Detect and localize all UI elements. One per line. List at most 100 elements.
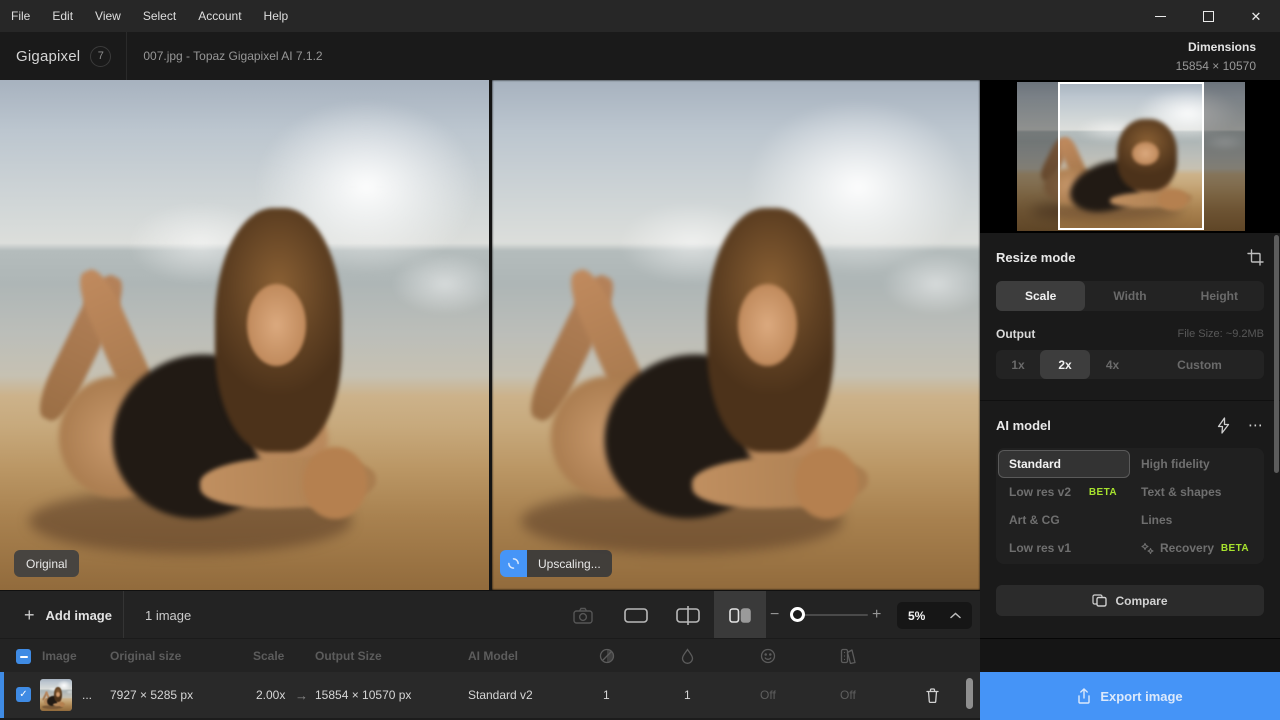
model-lines[interactable]: Lines (1130, 506, 1262, 534)
model-recovery[interactable]: Recovery BETA (1130, 534, 1262, 562)
model-high-fidelity[interactable]: High fidelity (1130, 450, 1262, 478)
original-preview-pane[interactable] (0, 80, 489, 590)
dimensions-readout: Dimensions 15854 × 10570 (1176, 40, 1256, 73)
close-button[interactable]: ✕ (1232, 0, 1280, 32)
zoom-level-value: 5% (908, 609, 925, 623)
col-scale: Scale (253, 639, 284, 673)
beta-badge: BETA (1089, 487, 1119, 498)
menu-bar: File Edit View Select Account Help ✕ (0, 0, 1280, 32)
row-scale[interactable]: 2.00x (256, 672, 285, 718)
zoom-in-button[interactable]: + (872, 591, 881, 639)
tab-height[interactable]: Height (1175, 281, 1264, 311)
title-bar: Gigapixel 7 007.jpg - Topaz Gigapixel AI… (0, 32, 1280, 80)
side-by-side-view-button[interactable] (714, 591, 766, 639)
image-count: 1 image (145, 591, 191, 639)
auto-select-bolt-icon[interactable] (1216, 417, 1231, 434)
section-divider (980, 400, 1280, 401)
col-output-size: Output Size (315, 639, 382, 673)
upscaled-preview-pane[interactable] (492, 80, 980, 590)
export-icon (1077, 688, 1091, 704)
row-color-value[interactable]: Off (840, 672, 856, 718)
menu-select[interactable]: Select (132, 0, 187, 32)
col-original-size: Original size (110, 639, 181, 673)
version-badge: 7 (90, 46, 111, 67)
model-low-res-v1[interactable]: Low res v1 (998, 534, 1130, 562)
upscaling-label: Upscaling... (527, 550, 612, 577)
row-selected-indicator (0, 672, 4, 718)
scale-1x-button[interactable]: 1x (996, 350, 1040, 379)
gigapixel-window: File Edit View Select Account Help ✕ Gig… (0, 0, 1280, 720)
check-icon: ✓ (19, 690, 27, 700)
navigator-viewport[interactable] (1058, 82, 1204, 230)
maximize-icon (1203, 11, 1214, 22)
document-title: 007.jpg - Topaz Gigapixel AI 7.1.2 (143, 49, 322, 63)
select-all-checkbox[interactable] (16, 649, 31, 664)
resize-panel: Resize mode Scale Width Height Output Fi… (980, 233, 1280, 638)
row-ai-model[interactable]: Standard v2 (468, 672, 533, 718)
row-checkbox[interactable]: ✓ (16, 687, 31, 702)
compare-icon (1092, 594, 1107, 607)
bottom-toolbar: + Add image 1 image − + 5 (0, 590, 980, 638)
dimensions-label: Dimensions (1176, 40, 1256, 54)
sidebar-scrollbar[interactable] (1274, 235, 1279, 473)
row-output-size: 15854 × 10570 px (315, 672, 411, 718)
col-ai-model: AI Model (468, 639, 518, 673)
split-view-button[interactable] (668, 591, 708, 639)
close-icon: ✕ (1251, 10, 1262, 23)
chevron-up-icon (950, 612, 961, 619)
row-denoise-value[interactable]: 1 (684, 672, 691, 718)
table-scrollbar[interactable] (966, 678, 973, 709)
delete-row-button[interactable] (922, 685, 942, 705)
scale-4x-button[interactable]: 4x (1090, 350, 1135, 379)
face-recovery-column-icon (760, 639, 776, 673)
row-face-recovery-value[interactable]: Off (760, 672, 776, 718)
model-text-shapes[interactable]: Text & shapes (1130, 478, 1262, 506)
plus-icon: + (24, 606, 35, 624)
beta-badge: BETA (1221, 543, 1251, 554)
resize-mode-title: Resize mode (996, 250, 1075, 265)
spinner-icon (500, 550, 527, 577)
resize-mode-tabs: Scale Width Height (996, 281, 1264, 311)
model-standard[interactable]: Standard (998, 450, 1130, 478)
minimize-icon (1155, 16, 1166, 17)
maximize-button[interactable] (1184, 0, 1232, 32)
model-low-res-v2[interactable]: Low res v2BETA (998, 478, 1130, 506)
app-logo: Gigapixel (16, 48, 80, 65)
menu-edit[interactable]: Edit (41, 0, 84, 32)
row-sharpen-value[interactable]: 1 (603, 672, 610, 718)
scale-2x-button[interactable]: 2x (1040, 350, 1090, 379)
titlebar-divider (126, 32, 127, 80)
dimensions-value: 15854 × 10570 (1176, 59, 1256, 73)
model-art-cg[interactable]: Art & CG (998, 506, 1130, 534)
single-view-button[interactable] (616, 591, 656, 639)
ai-model-title: AI model (996, 418, 1051, 433)
indeterminate-icon (20, 656, 28, 658)
minimize-button[interactable] (1136, 0, 1184, 32)
zoom-slider-knob[interactable] (790, 607, 805, 622)
row-original-size: 7927 × 5285 px (110, 672, 193, 718)
snapshot-camera-icon[interactable] (570, 603, 596, 627)
arrow-right-icon: → (295, 672, 308, 718)
menu-view[interactable]: View (84, 0, 132, 32)
tab-width[interactable]: Width (1085, 281, 1174, 311)
menu-account[interactable]: Account (187, 0, 252, 32)
row-thumbnail (40, 679, 72, 711)
original-badge: Original (14, 550, 79, 577)
menu-help[interactable]: Help (253, 0, 300, 32)
zoom-level-select[interactable]: 5% (897, 602, 972, 629)
tab-scale[interactable]: Scale (996, 281, 1085, 311)
queue-table-row[interactable]: ✓ ... 7927 × 5285 px 2.00x → 15854 × 105… (0, 672, 980, 718)
compare-button[interactable]: Compare (996, 585, 1264, 616)
add-image-button[interactable]: + Add image (24, 591, 112, 639)
scale-custom-button[interactable]: Custom (1135, 350, 1264, 379)
zoom-out-button[interactable]: − (770, 591, 779, 639)
menu-file[interactable]: File (0, 0, 41, 32)
sharpen-column-icon (599, 639, 615, 673)
toolbar-divider (123, 591, 124, 639)
export-image-button[interactable]: Export image (980, 672, 1280, 720)
col-image: Image (42, 639, 77, 673)
preview-area: Original Upscaling... (0, 80, 980, 590)
output-label: Output (996, 327, 1035, 341)
crop-icon[interactable] (1247, 249, 1264, 266)
settings-sidebar: Resize mode Scale Width Height Output Fi… (980, 80, 1280, 720)
